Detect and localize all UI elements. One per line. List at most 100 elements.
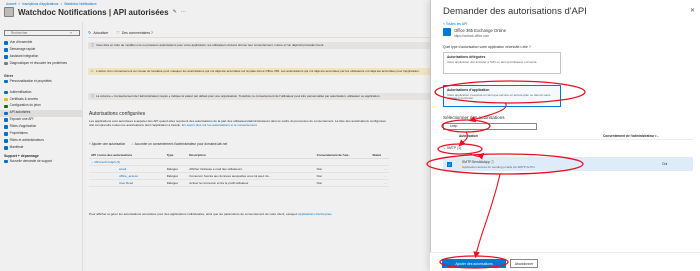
manifeste-icon bbox=[4, 145, 8, 150]
permission-name-link[interactable]: User.Read bbox=[89, 179, 165, 187]
permission-description: Activer la connexion et lire le profil u… bbox=[187, 179, 315, 187]
footer-text: Pour afficher et gérer les autorisations… bbox=[89, 212, 298, 216]
permission-name-text: SMTP.SendAsApp bbox=[462, 160, 490, 164]
permission-row[interactable]: ✓ SMTP.SendAsApp ⓘ Application access fo… bbox=[443, 157, 693, 171]
more-icon[interactable]: ··· bbox=[370, 165, 389, 173]
more-icon[interactable]: ··· bbox=[370, 172, 389, 180]
table-row[interactable]: offline_access Délégué Conserver l'accès a… bbox=[89, 172, 389, 180]
pin-icon[interactable]: ✎ bbox=[173, 9, 177, 15]
breadcrumb-current-app[interactable]: Watchdoc Notifications bbox=[64, 2, 96, 6]
feedback-button[interactable]: ♡ Des commentaires ? bbox=[116, 30, 153, 35]
grant-consent-button[interactable]: ✓ Accorder un consentement d'administrat… bbox=[131, 142, 227, 146]
api-name: Office 365 Exchange Online bbox=[454, 28, 507, 33]
sidebar-item-label: Personnalisation et propriétés bbox=[9, 78, 52, 83]
sidebar-item-api-autorisees[interactable]: API autorisées bbox=[0, 110, 83, 118]
table-group-row[interactable]: ⌄ Microsoft Graph (3) bbox=[89, 158, 389, 166]
breadcrumb-home[interactable]: Accueil bbox=[6, 2, 16, 6]
sidebar-item-authentification[interactable]: Authentification bbox=[0, 90, 83, 97]
sidebar-item-certificats-secrets[interactable]: Certificats & secrets bbox=[0, 97, 83, 104]
sidebar-item-proprietaires[interactable]: Propriétaires bbox=[0, 131, 83, 138]
app-icon bbox=[4, 7, 14, 17]
sidebar-item-exposer-une-api[interactable]: Exposer une API bbox=[0, 117, 83, 124]
sidebar-item-configuration-du-jeton[interactable]: Configuration du jeton bbox=[0, 103, 83, 110]
more-icon[interactable]: ··· bbox=[370, 179, 389, 187]
roles-et-administrateurs-icon bbox=[4, 139, 8, 143]
banner-text: La colonne « Consentement de l'administr… bbox=[96, 93, 381, 98]
exposer-une-api-icon bbox=[4, 118, 8, 123]
request-permissions-panel: Demander des autorisations d'API ✕ < Tou… bbox=[430, 0, 700, 271]
check-icon: ✓ bbox=[131, 142, 134, 146]
grant-consent-label: Accorder un consentement d'administrateu… bbox=[134, 142, 228, 146]
delegated-permissions-card[interactable]: Autorisations déléguées Votre applicatio… bbox=[443, 52, 561, 74]
sidebar-item-label: Configuration du jeton bbox=[9, 103, 41, 108]
learn-more-link[interactable]: En savoir plus sur les autorisations et … bbox=[182, 123, 257, 127]
permission-filter-input[interactable] bbox=[443, 123, 537, 130]
title-row: Watchdoc Notifications | API autorisées … bbox=[4, 7, 186, 17]
footer-note: Pour afficher et gérer les autorisations… bbox=[89, 212, 389, 216]
demarrage-rapide-icon bbox=[4, 48, 8, 52]
info-icon: ⓘ bbox=[90, 42, 95, 47]
admin-consent-value: Oui bbox=[662, 162, 668, 166]
table-row[interactable]: email Délégué Afficher l'adresse e-mail de… bbox=[89, 165, 389, 173]
more-icon[interactable]: ··· bbox=[181, 9, 186, 15]
close-icon[interactable]: ✕ bbox=[690, 7, 695, 14]
toolbar-divider bbox=[88, 37, 438, 38]
permission-description: Conserver l'accès aux données auxquelles… bbox=[187, 172, 315, 180]
sidebar-item-label: Authentification bbox=[9, 89, 32, 94]
admin-consent-value: Non bbox=[314, 179, 371, 187]
add-permission-button[interactable]: + Ajouter une autorisation bbox=[89, 142, 125, 146]
refresh-icon: ↻ bbox=[88, 30, 92, 35]
refresh-label: Actualiser bbox=[93, 30, 109, 35]
sidebar-item-roles-et-administrateurs[interactable]: Rôles et administrateurs bbox=[0, 138, 83, 145]
permission-checkbox[interactable]: ✓ bbox=[447, 161, 452, 167]
sidebar-item-label: Rôles d'application bbox=[9, 124, 37, 129]
group-label: ⌄ Microsoft Graph (3) bbox=[89, 158, 389, 166]
nav-search-input[interactable] bbox=[4, 30, 80, 36]
assistant-integration-icon bbox=[4, 54, 8, 59]
nav-list: Vue d'ensemble Démarrage rapide Assistant … bbox=[0, 40, 83, 170]
application-permissions-card[interactable]: Autorisations d'application Votre applic… bbox=[443, 85, 561, 107]
panel-title: Demander des autorisations d'API bbox=[443, 6, 587, 17]
permission-name-link[interactable]: email bbox=[89, 165, 165, 173]
table-row[interactable]: User.Read Délégué Activer la connexion et … bbox=[89, 179, 389, 187]
sidebar-item-manifeste[interactable]: Manifeste bbox=[0, 145, 83, 152]
configured-permissions-title: Autorisations configurées bbox=[89, 111, 146, 117]
sidebar-item-label: Nouvelle demande de support bbox=[9, 158, 53, 163]
enterprise-apps-link[interactable]: Applications d'entreprise bbox=[298, 212, 332, 216]
nav-section-gerer: Gérer bbox=[4, 73, 14, 78]
feedback-label: Des commentaires ? bbox=[121, 30, 153, 35]
permission-info: SMTP.SendAsApp ⓘ Application access for … bbox=[462, 159, 612, 169]
add-permissions-button[interactable]: Ajouter des autorisations bbox=[442, 259, 506, 268]
permission-name-link[interactable]: offline_access bbox=[89, 172, 165, 180]
admin-consent-value: Non bbox=[314, 172, 371, 180]
sidebar-item-label: Certificats & secrets bbox=[9, 96, 38, 101]
card-title: Autorisations déléguées bbox=[447, 55, 486, 59]
warning-icon: ⚠ bbox=[90, 68, 94, 73]
sidebar-item-demarrage-rapide[interactable]: Démarrage rapide bbox=[0, 47, 83, 54]
breadcrumb: Accueil > Inscriptions d'applications > … bbox=[6, 2, 97, 6]
left-nav: ⌕ « Vue d'ensembleDémarrage rapideAssist… bbox=[0, 22, 83, 271]
permission-name: SMTP.SendAsApp ⓘ bbox=[462, 159, 612, 164]
refresh-button[interactable]: ↻ Actualiser bbox=[88, 30, 108, 35]
sidebar-item-assistant-integration[interactable]: Assistant intégration bbox=[0, 54, 83, 61]
sidebar-item-label: Propriétaires bbox=[9, 131, 28, 136]
authentification-icon bbox=[4, 90, 8, 95]
all-apis-link[interactable]: < Toutes les API bbox=[443, 22, 467, 26]
sidebar-item-nouvelle-demande-de-support[interactable]: Nouvelle demande de support bbox=[0, 159, 83, 170]
vue-d-ensemble-icon bbox=[4, 41, 8, 45]
panel-footer: Ajouter des autorisations Abandonner bbox=[430, 252, 700, 271]
sidebar-item-personnalisation-et-proprietes[interactable]: Personnalisation et propriétés bbox=[0, 79, 83, 90]
column-header: Consentement de l'administrateur r... bbox=[603, 134, 660, 138]
add-permission-label: Ajouter une autorisation bbox=[91, 142, 126, 146]
plus-icon: + bbox=[89, 142, 91, 146]
discard-button[interactable]: Abandonner bbox=[510, 259, 538, 268]
sidebar-item-label: Exposer une API bbox=[9, 117, 34, 122]
sidebar-item-roles-d-application[interactable]: Rôles d'application bbox=[0, 124, 83, 131]
sidebar-item-diagnostiquer-et-resoudre-les-problemes[interactable]: Diagnostiquer et résoudre les problèmes bbox=[0, 61, 83, 72]
breadcrumb-app-registrations[interactable]: Inscriptions d'applications bbox=[22, 2, 58, 6]
sidebar-item-label: API autorisées bbox=[9, 110, 31, 115]
info-banner: ⓘ Vous êtes en train de modifier une ou … bbox=[88, 42, 438, 49]
smtp-group-row[interactable]: ⌄ SMTP (1) bbox=[443, 146, 461, 150]
collapse-nav-icon[interactable]: « bbox=[70, 31, 72, 35]
sidebar-item-vue-d-ensemble[interactable]: Vue d'ensemble bbox=[0, 40, 83, 47]
